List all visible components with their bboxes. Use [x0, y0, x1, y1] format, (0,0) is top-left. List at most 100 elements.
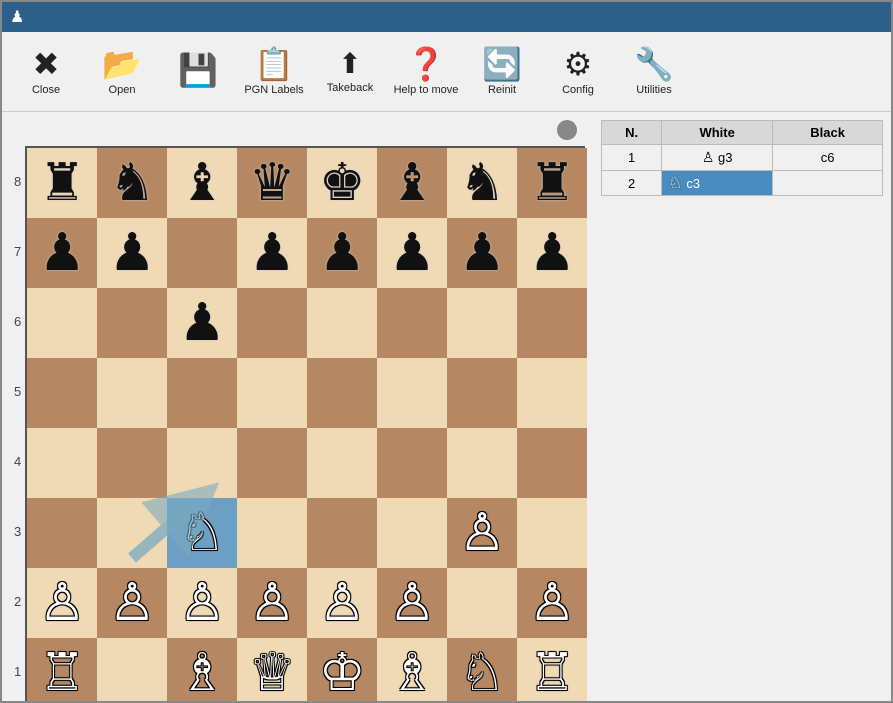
cell-e3[interactable] [307, 498, 377, 568]
cell-h7[interactable]: ♟ [517, 218, 587, 288]
move-white-2[interactable]: ♘ c3 [662, 171, 773, 196]
cell-g4[interactable] [447, 428, 517, 498]
cell-d1[interactable]: ♕ [237, 638, 307, 701]
cell-f1[interactable]: ♗ [377, 638, 447, 701]
cell-e5[interactable] [307, 358, 377, 428]
cell-a1[interactable]: ♖ [27, 638, 97, 701]
cell-a5[interactable] [27, 358, 97, 428]
utilities-button[interactable]: 🔧 Utilities [618, 37, 690, 107]
cell-f8[interactable]: ♝ [377, 148, 447, 218]
cell-e4[interactable] [307, 428, 377, 498]
cell-e8[interactable]: ♚ [307, 148, 377, 218]
piece-c8: ♝ [179, 157, 226, 209]
cell-b4[interactable] [97, 428, 167, 498]
takeback-label: Takeback [327, 82, 373, 94]
cell-f4[interactable] [377, 428, 447, 498]
cell-c2[interactable]: ♙ [167, 568, 237, 638]
board-wrapper: 8 7 6 5 4 3 2 1 ♜♞♝♛♚♝♞♜♟♟♟♟♟♟♟♟♘♙♙♙♙♙♙♙… [14, 146, 585, 701]
help-to-move-button[interactable]: ❓ Help to move [390, 37, 462, 107]
cell-c1[interactable]: ♗ [167, 638, 237, 701]
cell-a7[interactable]: ♟ [27, 218, 97, 288]
white-knight-icon-2: ♘ [668, 173, 682, 193]
cell-h4[interactable] [517, 428, 587, 498]
cell-h6[interactable] [517, 288, 587, 358]
cell-d6[interactable] [237, 288, 307, 358]
cell-b5[interactable] [97, 358, 167, 428]
maximize-button[interactable] [833, 7, 857, 27]
cell-c5[interactable] [167, 358, 237, 428]
cell-b7[interactable]: ♟ [97, 218, 167, 288]
cell-h8[interactable]: ♜ [517, 148, 587, 218]
col-white: White [662, 121, 773, 145]
chessboard[interactable]: ♜♞♝♛♚♝♞♜♟♟♟♟♟♟♟♟♘♙♙♙♙♙♙♙♙♖♗♕♔♗♘♖ [25, 146, 585, 701]
cell-d7[interactable]: ♟ [237, 218, 307, 288]
cell-b2[interactable]: ♙ [97, 568, 167, 638]
cell-e6[interactable] [307, 288, 377, 358]
cell-e1[interactable]: ♔ [307, 638, 377, 701]
cell-h2[interactable]: ♙ [517, 568, 587, 638]
cell-g5[interactable] [447, 358, 517, 428]
takeback-button[interactable]: ⬆ Takeback [314, 37, 386, 107]
rank-3: 3 [14, 496, 21, 566]
cell-b8[interactable]: ♞ [97, 148, 167, 218]
config-button[interactable]: ⚙ Config [542, 37, 614, 107]
config-label: Config [562, 84, 594, 96]
cell-h3[interactable] [517, 498, 587, 568]
cell-c3[interactable]: ♘ [167, 498, 237, 568]
piece-c3: ♘ [179, 507, 226, 559]
pgn-labels-button[interactable]: 📋 PGN Labels [238, 37, 310, 107]
cell-g1[interactable]: ♘ [447, 638, 517, 701]
cell-a4[interactable] [27, 428, 97, 498]
cell-h1[interactable]: ♖ [517, 638, 587, 701]
close-button[interactable]: ✖ Close [10, 37, 82, 107]
cell-b6[interactable] [97, 288, 167, 358]
cell-a2[interactable]: ♙ [27, 568, 97, 638]
cell-f6[interactable] [377, 288, 447, 358]
cell-a3[interactable] [27, 498, 97, 568]
main-area: 8 7 6 5 4 3 2 1 ♜♞♝♛♚♝♞♜♟♟♟♟♟♟♟♟♘♙♙♙♙♙♙♙… [2, 112, 891, 701]
cell-d3[interactable] [237, 498, 307, 568]
main-window: ♟ ✖ Close 📂 Open 💾 📋 PGN Labels ⬆ Take [0, 0, 893, 703]
cell-g3[interactable]: ♙ [447, 498, 517, 568]
cell-c6[interactable]: ♟ [167, 288, 237, 358]
cell-g7[interactable]: ♟ [447, 218, 517, 288]
cell-f5[interactable] [377, 358, 447, 428]
cell-g8[interactable]: ♞ [447, 148, 517, 218]
cell-d5[interactable] [237, 358, 307, 428]
cell-c7[interactable] [167, 218, 237, 288]
help-to-move-label: Help to move [394, 84, 459, 96]
save-as-button[interactable]: 💾 [162, 37, 234, 107]
piece-b2: ♙ [109, 577, 156, 629]
cell-e7[interactable]: ♟ [307, 218, 377, 288]
cell-a6[interactable] [27, 288, 97, 358]
minimize-button[interactable] [807, 7, 831, 27]
open-icon: 📂 [102, 48, 142, 80]
reinit-button[interactable]: 🔄 Reinit [466, 37, 538, 107]
cell-b3[interactable] [97, 498, 167, 568]
open-button[interactable]: 📂 Open [86, 37, 158, 107]
close-window-button[interactable] [859, 7, 883, 27]
cell-d4[interactable] [237, 428, 307, 498]
cell-h5[interactable] [517, 358, 587, 428]
cell-g6[interactable] [447, 288, 517, 358]
app-icon: ♟ [10, 7, 24, 27]
cell-b1[interactable] [97, 638, 167, 701]
move-black-2[interactable] [773, 171, 883, 196]
cell-e2[interactable]: ♙ [307, 568, 377, 638]
cell-f3[interactable] [377, 498, 447, 568]
move-white-1[interactable]: ♙ g3 [662, 145, 773, 171]
move-black-1[interactable]: c6 [773, 145, 883, 171]
piece-g1: ♘ [459, 647, 506, 699]
piece-e8: ♚ [319, 157, 366, 209]
cell-f7[interactable]: ♟ [377, 218, 447, 288]
cell-d8[interactable]: ♛ [237, 148, 307, 218]
cell-c8[interactable]: ♝ [167, 148, 237, 218]
cell-g2[interactable] [447, 568, 517, 638]
piece-b8: ♞ [109, 157, 156, 209]
piece-c1: ♗ [179, 647, 226, 699]
cell-f2[interactable]: ♙ [377, 568, 447, 638]
reinit-icon: 🔄 [482, 48, 522, 80]
cell-d2[interactable]: ♙ [237, 568, 307, 638]
cell-a8[interactable]: ♜ [27, 148, 97, 218]
cell-c4[interactable] [167, 428, 237, 498]
